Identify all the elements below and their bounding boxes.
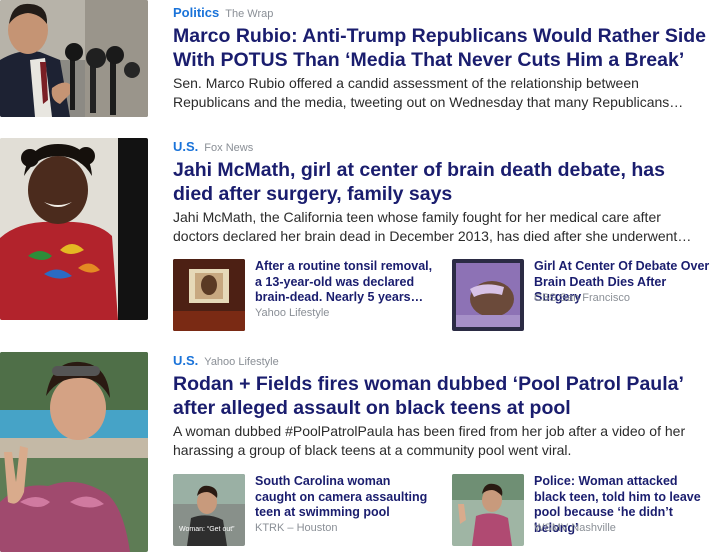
related-title[interactable]: South Carolina woman caught on camera as… [255, 474, 433, 521]
category-link[interactable]: U.S. [173, 139, 198, 154]
story-summary: Jahi McMath, the California teen whose f… [173, 209, 692, 244]
story-summary: Sen. Marco Rubio offered a candid assess… [173, 75, 684, 110]
related-thumbnail[interactable] [452, 474, 524, 546]
related-source: Yahoo Lifestyle [255, 307, 330, 319]
story-summary: A woman dubbed #PoolPatrolPaula has been… [173, 423, 686, 458]
category-link[interactable]: Politics [173, 5, 219, 20]
story-meta: U.S. Fox News [173, 140, 253, 155]
related-story[interactable]: Girl At Center Of Debate Over Brain Deat… [452, 259, 711, 333]
related-story[interactable]: After a routine tonsil removal, a 13-yea… [173, 259, 433, 333]
related-thumbnail[interactable] [452, 259, 524, 331]
category-link[interactable]: U.S. [173, 353, 198, 368]
story-meta: U.S. Yahoo Lifestyle [173, 354, 279, 369]
thumbnail-caption: Woman: “Get out” [179, 526, 235, 533]
related-source: KTRK – Houston [255, 522, 338, 534]
related-source: WSMV Nashville [534, 522, 616, 534]
story-thumbnail[interactable] [0, 0, 148, 117]
story-headline[interactable]: Rodan + Fields fires woman dubbed ‘Pool … [173, 372, 708, 420]
related-title[interactable]: After a routine tonsil removal, a 13-yea… [255, 259, 433, 306]
news-story[interactable]: U.S. Fox News Jahi McMath, girl at center… [0, 138, 711, 333]
source-label: Fox News [204, 142, 254, 154]
related-story[interactable]: Woman: “Get out” South Carolina woman ca… [173, 474, 433, 548]
related-thumbnail[interactable] [173, 259, 245, 331]
source-label: Yahoo Lifestyle [204, 356, 279, 368]
news-story[interactable]: U.S. Yahoo Lifestyle Rodan + Fields fires… [0, 352, 711, 552]
related-source: CBS San Francisco [534, 292, 630, 304]
story-headline[interactable]: Jahi McMath, girl at center of brain dea… [173, 158, 708, 206]
story-headline[interactable]: Marco Rubio: Anti-Trump Republicans Woul… [173, 24, 708, 72]
related-story[interactable]: Police: Woman attacked black teen, told … [452, 474, 711, 548]
source-label: The Wrap [225, 8, 274, 20]
story-thumbnail[interactable] [0, 352, 148, 552]
story-meta: Politics The Wrap [173, 6, 273, 21]
story-thumbnail[interactable] [0, 138, 148, 320]
news-story[interactable]: Politics The Wrap Marco Rubio: Anti-Trump… [0, 0, 711, 120]
related-thumbnail[interactable]: Woman: “Get out” [173, 474, 245, 546]
